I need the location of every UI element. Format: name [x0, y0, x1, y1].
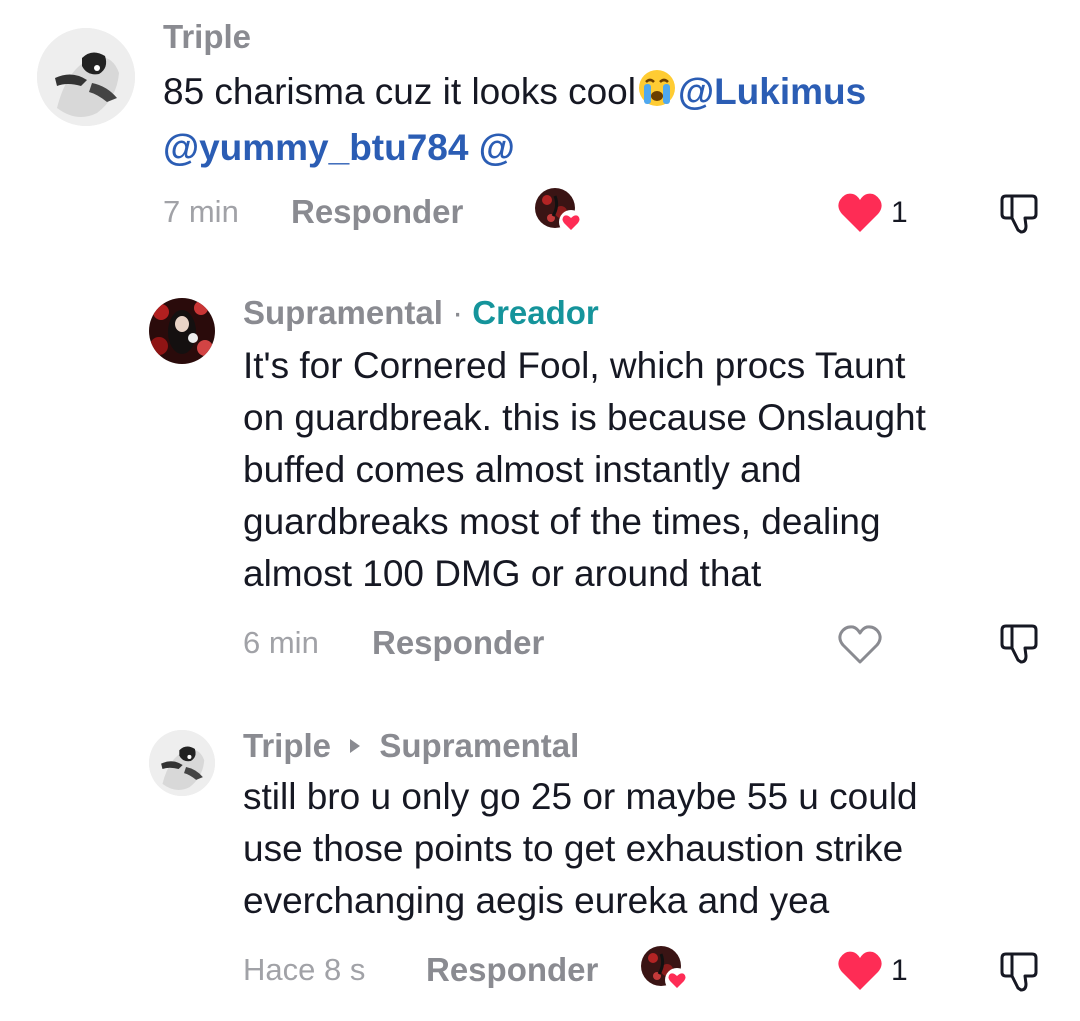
- creator-liked-icon: [533, 186, 585, 236]
- separator: ·: [452, 294, 464, 331]
- avatar-triple[interactable]: [37, 28, 135, 126]
- comment-line: still bro u only go 25 or maybe 55 u cou…: [243, 776, 918, 817]
- dislike-icon[interactable]: [998, 950, 1042, 994]
- comment-header: Triple Supramental: [243, 725, 579, 765]
- comment-body: still bro u only go 25 or maybe 55 u cou…: [243, 771, 1063, 927]
- comment-line: everchanging aegis eureka and yea: [243, 880, 830, 921]
- comment-body: It's for Cornered Fool, which procs Taun…: [243, 340, 1063, 600]
- comment-author[interactable]: Supramental: [243, 294, 443, 331]
- comment-line: buffed comes almost instantly and: [243, 449, 802, 490]
- like-count: 1: [891, 954, 908, 987]
- comment-line: almost 100 DMG or around that: [243, 553, 762, 594]
- dislike-icon[interactable]: [998, 192, 1042, 236]
- mention-link[interactable]: @Lukimus: [678, 71, 866, 112]
- comment-time: Hace 8 s: [243, 952, 366, 987]
- comment-line: on guardbreak. this is because Onslaught: [243, 397, 926, 438]
- heart-icon[interactable]: [836, 948, 884, 992]
- comment-line: It's for Cornered Fool, which procs Taun…: [243, 345, 906, 386]
- reply-to-author[interactable]: Supramental: [379, 727, 579, 764]
- avatar-supramental[interactable]: [149, 298, 215, 364]
- mention-link[interactable]: @: [479, 127, 515, 168]
- loudly-crying-face-icon: [636, 68, 678, 122]
- comment-line: guardbreaks most of the times, dealing: [243, 501, 881, 542]
- comment-body: 85 charisma cuz it looks cool @Lukimus @y…: [163, 66, 1043, 174]
- comment-author[interactable]: Triple: [163, 18, 251, 56]
- mention-link[interactable]: @yummy_btu784: [163, 127, 468, 168]
- reply-button[interactable]: Responder: [426, 951, 598, 989]
- reply-button[interactable]: Responder: [372, 624, 544, 662]
- comment-header: Supramental · Creador: [243, 294, 599, 332]
- dislike-icon[interactable]: [998, 622, 1042, 666]
- comment-author[interactable]: Triple: [243, 727, 331, 764]
- creator-badge: Creador: [472, 294, 599, 331]
- reply-arrow-icon: [348, 725, 362, 763]
- comment-text: 85 charisma cuz it looks cool: [163, 71, 636, 112]
- heart-icon[interactable]: [836, 190, 884, 234]
- comment-line: use those points to get exhaustion strik…: [243, 828, 904, 869]
- reply-button[interactable]: Responder: [291, 193, 463, 231]
- avatar-triple[interactable]: [149, 730, 215, 796]
- creator-liked-icon: [639, 944, 691, 994]
- comment-time: 7 min: [163, 194, 239, 229]
- comment-time: 6 min: [243, 625, 319, 660]
- like-count: 1: [891, 196, 908, 229]
- heart-outline-icon[interactable]: [836, 622, 884, 666]
